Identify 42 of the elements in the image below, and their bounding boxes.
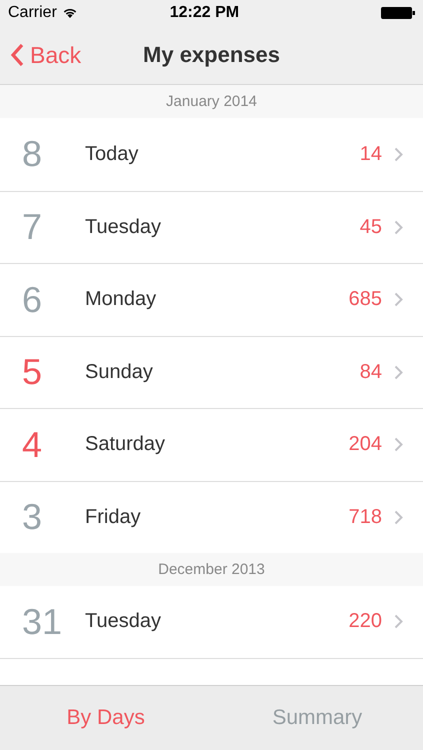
weekday-label: Sunday (85, 360, 154, 384)
clock-time: 12:22 PM (168, 4, 240, 22)
weekday-label: Today (85, 142, 140, 166)
section-header: January 2014 (0, 85, 423, 118)
chevron-right-icon (394, 614, 403, 630)
day-number: 4 (21, 424, 44, 466)
section-header: December 2013 (0, 553, 423, 586)
amount-label: 204 (348, 433, 382, 456)
day-number: 6 (21, 278, 44, 321)
chevron-right-icon (394, 146, 403, 162)
amount-label: 45 (360, 216, 382, 239)
expense-row[interactable]: 5 Sunday 84 (0, 336, 423, 408)
chevron-right-icon (394, 220, 403, 235)
amount-label: 84 (360, 360, 382, 384)
weekday-label: Tuesday (85, 216, 162, 239)
expense-row[interactable]: 7 Tuesday 45 (0, 190, 423, 263)
amount-label: 718 (348, 506, 382, 529)
chevron-right-icon (394, 292, 403, 308)
expense-row[interactable]: 6 Monday 685 (0, 263, 423, 336)
expense-row[interactable]: 4 Saturday 204 (0, 408, 423, 480)
carrier-name: Carrier (8, 4, 57, 22)
expense-row[interactable]: 8 Today 14 (0, 118, 423, 190)
day-number: 8 (21, 133, 44, 176)
amount-label: 14 (360, 142, 382, 166)
weekday-label: Friday (85, 506, 142, 529)
weekday-label: Saturday (85, 433, 166, 456)
amount-label: 220 (348, 610, 382, 634)
weekday-label: Monday (85, 288, 158, 312)
wifi-icon (62, 7, 78, 19)
battery-icon (381, 7, 415, 19)
chevron-right-icon (394, 364, 403, 380)
day-number: 3 (21, 496, 44, 538)
day-number: 31 (21, 600, 64, 643)
day-number: 7 (21, 206, 44, 248)
chevron-right-icon (394, 437, 403, 452)
chevron-left-icon (10, 43, 24, 67)
chevron-right-icon (394, 510, 403, 525)
weekday-label: Tuesday (85, 610, 162, 634)
day-number: 5 (21, 351, 44, 394)
page-title: My expenses (143, 42, 280, 68)
expense-row[interactable]: 31 Tuesday 220 (0, 586, 423, 658)
amount-label: 685 (348, 288, 382, 312)
